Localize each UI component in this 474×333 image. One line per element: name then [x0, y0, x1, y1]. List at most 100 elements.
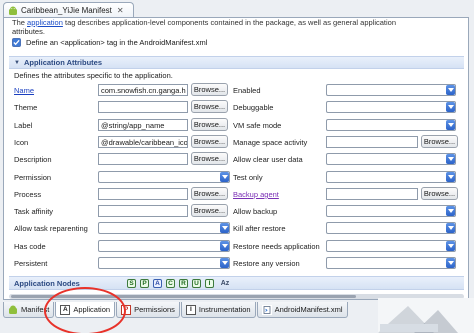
tab-application[interactable]: A Application	[55, 302, 116, 318]
attr-label-manage-space-activity: Manage space activity	[233, 138, 308, 147]
define-application-checkbox[interactable]	[12, 38, 21, 47]
attr-select-vm-safe-mode[interactable]	[326, 119, 456, 131]
tab-androidmanifest-xml[interactable]: AndroidManifest.xml	[256, 302, 348, 318]
attr-label-allow-clear-user-data: Allow clear user data	[233, 155, 303, 164]
application-attributes-header[interactable]: ▼ Application Attributes	[9, 56, 464, 69]
browse-button[interactable]: Browse...	[191, 187, 228, 200]
chevron-down-icon[interactable]	[220, 223, 229, 233]
browse-button[interactable]: Browse...	[421, 135, 458, 148]
attr-field-process[interactable]	[98, 188, 188, 200]
attr-label-persistent: Persistent	[14, 259, 48, 268]
attr-label-has-code: Has code	[14, 242, 46, 251]
browse-button[interactable]: Browse...	[191, 100, 228, 113]
tab-manifest[interactable]: Manifest	[3, 302, 55, 318]
attr-select-permission[interactable]	[98, 171, 230, 183]
browse-button[interactable]: Browse...	[191, 152, 228, 165]
chevron-down-icon[interactable]	[446, 120, 455, 130]
node-filter-c[interactable]: C	[166, 279, 175, 288]
attr-label-test-only: Test only	[233, 173, 263, 182]
attr-select-enabled[interactable]	[326, 84, 456, 96]
browse-button[interactable]: Browse...	[191, 83, 228, 96]
attr-select-kill-after-restore[interactable]	[326, 222, 456, 234]
chevron-down-icon[interactable]	[446, 172, 455, 182]
application-nodes-header[interactable]: Application Nodes	[9, 276, 464, 290]
browse-button[interactable]: Browse...	[191, 118, 228, 131]
intro-text-line2: attributes.	[12, 27, 45, 36]
android-icon	[8, 6, 18, 16]
chevron-down-icon[interactable]	[220, 172, 229, 182]
attr-field-description[interactable]	[98, 153, 188, 165]
attr-label-theme: Theme	[14, 103, 38, 112]
nodes-title: Application Nodes	[14, 278, 80, 288]
attr-select-allow-task-reparenting[interactable]	[98, 222, 230, 234]
node-filter-s[interactable]: S	[127, 279, 136, 288]
editor-tab[interactable]: Caribbean_YiJie Manifest ✕	[3, 2, 134, 18]
browse-button[interactable]: Browse...	[191, 135, 228, 148]
close-icon[interactable]: ✕	[117, 6, 124, 15]
attr-select-allow-clear-user-data[interactable]	[326, 153, 456, 165]
attr-select-has-code[interactable]	[98, 240, 230, 252]
attr-select-persistent[interactable]	[98, 257, 230, 269]
attr-label-label: Label	[14, 121, 33, 130]
node-filter-u[interactable]: U	[192, 279, 201, 288]
tab-label: Instrumentation	[198, 305, 251, 314]
attr-label-name[interactable]: Name	[14, 86, 34, 95]
attr-field-task-affinity[interactable]	[98, 205, 188, 217]
define-application-row[interactable]: Define an <application> tag in the Andro…	[12, 38, 207, 47]
editor-tab-title: Caribbean_YiJie Manifest	[21, 6, 112, 15]
chevron-down-icon[interactable]	[446, 206, 455, 216]
node-filter-p[interactable]: P	[140, 279, 149, 288]
tab-icon-a: A	[60, 304, 71, 315]
attr-label-description: Description	[14, 155, 52, 164]
chevron-down-icon[interactable]	[446, 85, 455, 95]
attr-select-restore-needs-application[interactable]	[326, 240, 456, 252]
node-filter-a[interactable]: A	[153, 279, 162, 288]
attr-field-label[interactable]: @string/app_name	[98, 119, 188, 131]
attr-select-restore-any-version[interactable]	[326, 257, 456, 269]
node-filter-r[interactable]: R	[179, 279, 188, 288]
chevron-down-icon[interactable]	[446, 258, 455, 268]
editor-window: Caribbean_YiJie Manifest ✕ The applicati…	[0, 0, 474, 333]
attr-label-restore-any-version: Restore any version	[233, 259, 300, 268]
corner-decoration	[378, 298, 474, 333]
attr-label-allow-task-reparenting: Allow task reparenting	[14, 224, 88, 233]
attr-label-permission: Permission	[14, 173, 52, 182]
tab-instrumentation[interactable]: I Instrumentation	[180, 302, 256, 318]
attr-label-process: Process	[14, 190, 42, 199]
define-application-label: Define an <application> tag in the Andro…	[26, 38, 208, 47]
attr-label-kill-after-restore: Kill after restore	[233, 224, 286, 233]
chevron-down-icon[interactable]	[446, 223, 455, 233]
tab-label: AndroidManifest.xml	[274, 305, 343, 314]
attr-select-test-only[interactable]	[326, 171, 456, 183]
scrollbar-thumb[interactable]	[11, 295, 356, 298]
attr-field-icon[interactable]: @drawable/caribbean_ico	[98, 136, 188, 148]
tab-permissions[interactable]: P Permissions	[116, 302, 180, 318]
section-description: Defines the attributes specific to the a…	[14, 71, 173, 80]
browse-button[interactable]: Browse...	[421, 187, 458, 200]
attr-label-allow-backup: Allow backup	[233, 207, 278, 216]
attr-field-manage-space-activity[interactable]	[326, 136, 418, 148]
attr-label-icon: Icon	[14, 138, 29, 147]
attr-field-name[interactable]: com.snowfish.cn.ganga.h	[98, 84, 188, 96]
manifest-editor: The application tag describes applicatio…	[3, 17, 469, 300]
application-tag-description: The application tag describes applicatio…	[12, 18, 452, 36]
chevron-down-icon[interactable]	[220, 258, 229, 268]
node-filter-i[interactable]: I	[205, 279, 214, 288]
collapse-triangle-icon[interactable]: ▼	[14, 60, 20, 66]
application-link[interactable]: application	[27, 18, 63, 27]
attr-field-theme[interactable]	[98, 101, 188, 113]
chevron-down-icon[interactable]	[220, 241, 229, 251]
xml-file-icon	[261, 304, 272, 315]
attr-select-debuggable[interactable]	[326, 101, 456, 113]
chevron-down-icon[interactable]	[446, 154, 455, 164]
browse-button[interactable]: Browse...	[191, 204, 228, 217]
sort-az-button[interactable]: Az	[219, 279, 231, 288]
intro-text: The	[12, 18, 25, 27]
chevron-down-icon[interactable]	[446, 241, 455, 251]
chevron-down-icon[interactable]	[446, 102, 455, 112]
attr-label-backup-agent[interactable]: Backup agent	[233, 190, 279, 199]
attr-field-backup-agent[interactable]	[326, 188, 418, 200]
android-icon	[8, 305, 18, 315]
attr-label-debuggable: Debuggable	[233, 103, 274, 112]
attr-select-allow-backup[interactable]	[326, 205, 456, 217]
